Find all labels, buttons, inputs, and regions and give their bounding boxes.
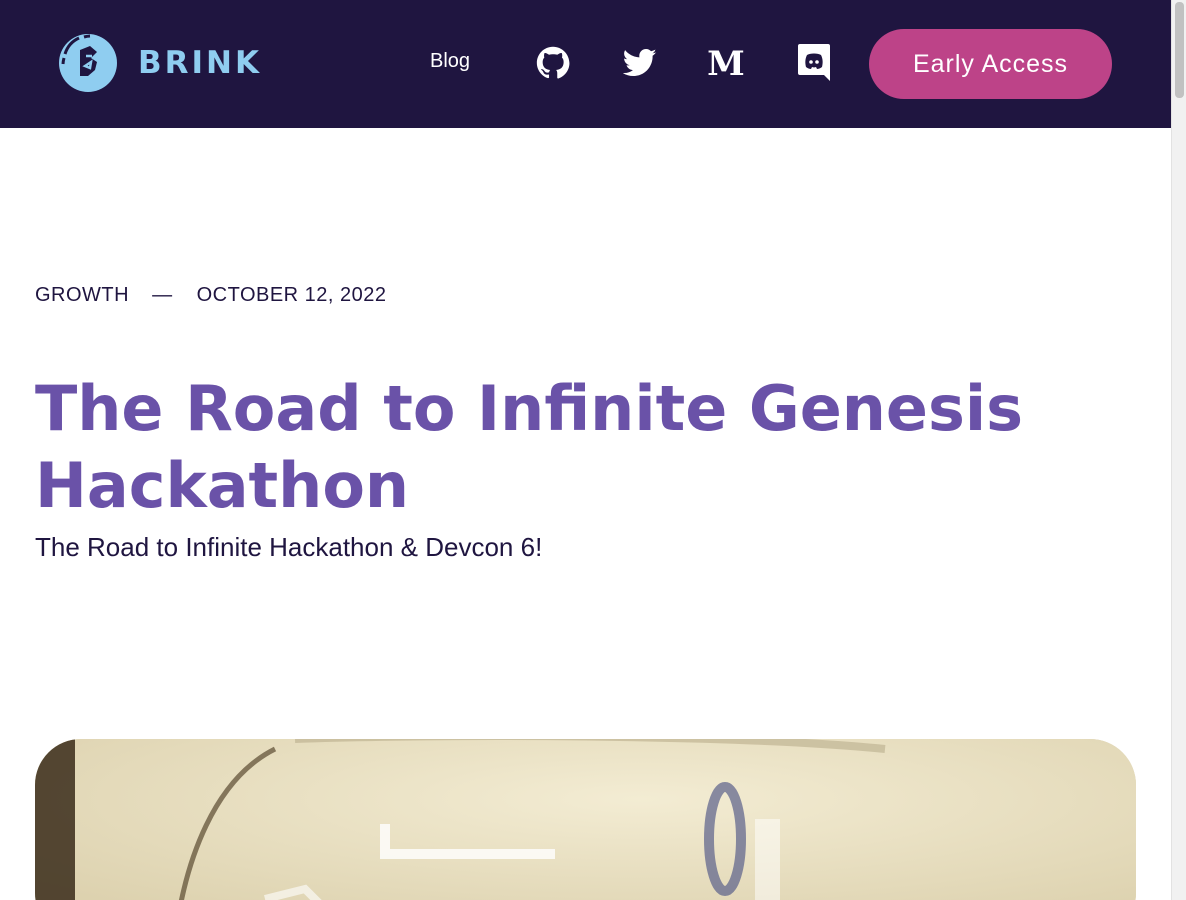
article-category: GROWTH [35,284,130,306]
twitter-link[interactable] [621,44,659,82]
twitter-icon [623,48,657,77]
article-meta: GROWTH — OCTOBER 12, 2022 [35,284,387,307]
site-header: BRINK Blog M Early Access [0,0,1171,128]
nav-blog-link[interactable]: Blog [430,50,470,73]
hero-photo-graphic [35,739,1136,900]
github-link[interactable] [534,44,572,82]
svg-text:M: M [707,48,745,78]
medium-link[interactable]: M [707,44,745,82]
meta-separator: — [152,284,173,306]
hero-image [35,739,1136,900]
brink-logo-icon [59,34,117,92]
medium-icon: M [707,48,745,78]
vertical-scrollbar[interactable] [1171,0,1186,900]
page: BRINK Blog M Early Access GROWTH — OCTOB… [0,0,1186,900]
discord-icon [798,44,830,81]
github-icon [536,46,570,79]
brand-name: BRINK [138,45,262,81]
article-date: OCTOBER 12, 2022 [196,284,387,306]
article-subtitle: The Road to Infinite Hackathon & Devcon … [35,532,543,562]
article-title: The Road to Infinite Genesis Hackathon [35,372,1024,522]
scrollbar-thumb[interactable] [1175,2,1184,98]
brand-logo[interactable]: BRINK [57,32,262,94]
early-access-button[interactable]: Early Access [869,29,1112,99]
discord-link[interactable] [795,43,833,81]
